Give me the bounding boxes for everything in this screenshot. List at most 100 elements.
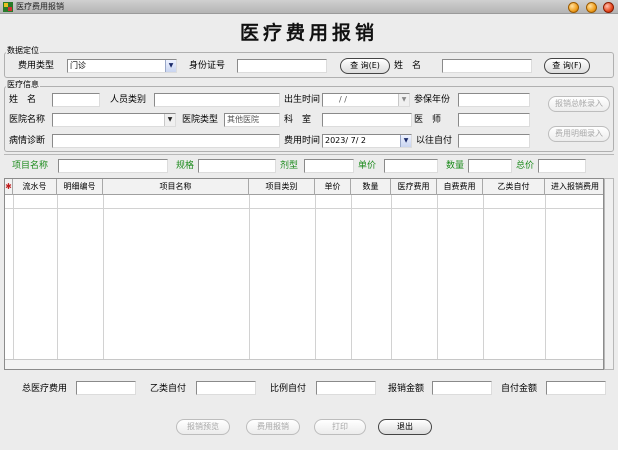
ratio-input[interactable] (316, 381, 376, 395)
print-button[interactable]: 打印 (314, 419, 366, 435)
column-line (103, 195, 104, 369)
diagnosis-label: 病情诊断 (9, 136, 46, 146)
ins-years-label: 参保年份 (414, 95, 451, 105)
app-window: 医疗费用报销 医疗费用报销 数据定位 费用类型 门诊 ▼ 身份证号 查 询(E)… (0, 0, 618, 450)
col-serial[interactable]: 流水号 (13, 179, 57, 195)
id-input[interactable] (237, 59, 327, 73)
detail-table[interactable]: ✱ 流水号 明细编号 项目名称 项目类别 单价 数量 医疗费用 自费费用 乙类自… (4, 178, 604, 370)
dept-input[interactable] (322, 113, 412, 127)
app-icon (3, 2, 13, 12)
reimb-amount-input[interactable] (432, 381, 492, 395)
birth-date-value: / / (339, 95, 347, 104)
birth-label: 出生时间 (284, 95, 321, 105)
fee-time-label: 费用时间 (284, 136, 321, 146)
column-line (437, 195, 438, 369)
fee-time-picker[interactable]: 2023/ 7/ 2 ▼ (322, 134, 412, 148)
col-self-fee[interactable]: 自费费用 (437, 179, 483, 195)
price-input[interactable] (384, 159, 438, 173)
spec-label: 规格 (176, 161, 195, 171)
dept-label: 科 室 (284, 115, 312, 125)
page-title: 医疗费用报销 (239, 22, 378, 44)
col-detail-no[interactable]: 明细编号 (57, 179, 103, 195)
class-b-input[interactable] (196, 381, 256, 395)
class-b-label: 乙类自付 (150, 384, 187, 394)
col-class-b[interactable]: 乙类自付 (483, 179, 545, 195)
vertical-scrollbar[interactable] (604, 178, 614, 370)
fee-time-value: 2023/ 7/ 2 (325, 136, 367, 145)
window-title: 医疗费用报销 (16, 2, 64, 11)
birth-date-picker[interactable]: / / ▼ (322, 93, 410, 107)
column-line (545, 195, 546, 369)
self-amount-label: 自付金额 (501, 384, 538, 394)
item-name-input[interactable] (58, 159, 168, 173)
hospital-type-label: 医院类型 (182, 115, 219, 125)
total-medical-input[interactable] (76, 381, 136, 395)
query-id-button[interactable]: 查 询(E) (340, 58, 390, 74)
col-item-name[interactable]: 项目名称 (103, 179, 249, 195)
chevron-down-icon[interactable]: ▼ (400, 135, 411, 147)
patient-name-label: 姓 名 (9, 95, 37, 105)
ratio-label: 比例自付 (270, 384, 307, 394)
dosage-input[interactable] (304, 159, 354, 173)
divider (4, 154, 614, 155)
past-self-pay-input[interactable] (458, 134, 530, 148)
fee-type-select[interactable]: 门诊 ▼ (67, 59, 177, 73)
chevron-down-icon[interactable]: ▼ (165, 60, 176, 72)
fee-type-label: 费用类型 (18, 61, 55, 71)
minimize-button[interactable] (568, 2, 579, 13)
row-marker-icon: ✱ (5, 179, 13, 195)
col-item-category[interactable]: 项目类别 (249, 179, 315, 195)
table-row[interactable] (5, 195, 603, 209)
diagnosis-input[interactable] (52, 134, 280, 148)
doctor-input[interactable] (458, 113, 530, 127)
hospital-label: 医院名称 (9, 115, 46, 125)
person-type-label: 人员类别 (110, 95, 147, 105)
detail-entry-button[interactable]: 费用明细录入 (548, 126, 610, 142)
total-label: 总价 (516, 161, 535, 171)
total-medical-label: 总医疗费用 (22, 384, 68, 394)
maximize-button[interactable] (586, 2, 597, 13)
price-label: 单价 (358, 161, 377, 171)
hospital-type-input[interactable]: 其他医院 (224, 113, 280, 127)
preview-button[interactable]: 报销预览 (176, 419, 230, 435)
close-button[interactable] (603, 2, 614, 13)
col-unit-price[interactable]: 单价 (315, 179, 351, 195)
col-quantity[interactable]: 数量 (351, 179, 391, 195)
title-bar: 医疗费用报销 (0, 0, 618, 14)
spec-input[interactable] (198, 159, 276, 173)
exit-button[interactable]: 退出 (378, 419, 432, 435)
column-line (483, 195, 484, 369)
horizontal-scrollbar[interactable] (5, 359, 603, 369)
query-name-button[interactable]: 查 询(F) (544, 58, 590, 74)
fee-type-value: 门诊 (70, 61, 86, 70)
dosage-label: 剂型 (280, 161, 299, 171)
qty-label: 数量 (446, 161, 465, 171)
table-header: ✱ 流水号 明细编号 项目名称 项目类别 单价 数量 医疗费用 自费费用 乙类自… (5, 179, 603, 195)
query-name-input[interactable] (442, 59, 532, 73)
ins-years-input[interactable] (458, 93, 530, 107)
chevron-down-icon[interactable]: ▼ (398, 94, 409, 106)
query-name-label: 姓 名 (394, 61, 422, 71)
total-input[interactable] (538, 159, 586, 173)
query-legend: 数据定位 (6, 46, 40, 56)
column-line (351, 195, 352, 369)
hospital-select[interactable]: ▼ (52, 113, 176, 127)
self-amount-input[interactable] (546, 381, 606, 395)
column-line (315, 195, 316, 369)
qty-input[interactable] (468, 159, 512, 173)
patient-name-input[interactable] (52, 93, 100, 107)
column-line (391, 195, 392, 369)
column-line (13, 195, 14, 369)
past-self-pay-label: 以往自付 (416, 136, 453, 146)
total-entry-button[interactable]: 报销总帐录入 (548, 96, 610, 112)
column-line (249, 195, 250, 369)
person-type-input[interactable] (154, 93, 280, 107)
fee-reimburse-button[interactable]: 费用报销 (246, 419, 300, 435)
chevron-down-icon[interactable]: ▼ (164, 114, 175, 126)
col-reimbursable[interactable]: 进入报销费用 (545, 179, 605, 195)
item-name-label: 项目名称 (12, 161, 49, 171)
col-medical-fee[interactable]: 医疗费用 (391, 179, 437, 195)
reimb-amount-label: 报销金额 (388, 384, 425, 394)
doctor-label: 医 师 (414, 115, 442, 125)
column-line (57, 195, 58, 369)
